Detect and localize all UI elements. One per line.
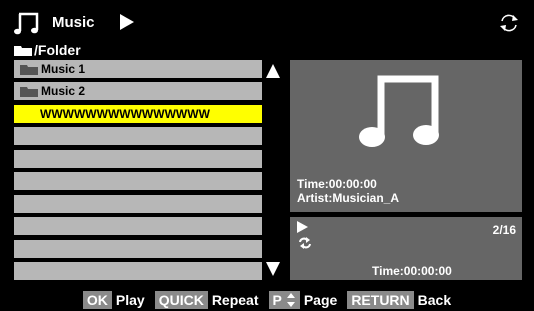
play-icon bbox=[297, 221, 308, 233]
quick-label: Repeat bbox=[211, 292, 259, 308]
artist-label: Artist:Musician_A bbox=[297, 191, 400, 205]
refresh-icon[interactable] bbox=[498, 12, 520, 34]
list-item[interactable] bbox=[14, 127, 262, 145]
page-title: Music bbox=[52, 14, 95, 31]
ok-key[interactable]: OK bbox=[82, 291, 112, 309]
track-time: Time:00:00:00 bbox=[297, 177, 377, 191]
folder-icon bbox=[14, 45, 32, 56]
list-item-label: Music 2 bbox=[41, 84, 86, 98]
list-item-music-1[interactable]: Music 1 bbox=[14, 60, 262, 78]
list-item[interactable] bbox=[14, 195, 262, 213]
list-item-label: Music 1 bbox=[41, 62, 86, 76]
track-counter: 2/16 bbox=[492, 223, 516, 237]
p-key[interactable]: P bbox=[268, 291, 300, 309]
quick-key[interactable]: QUICK bbox=[154, 291, 208, 309]
list-item[interactable] bbox=[14, 150, 262, 168]
scroll-up-icon[interactable] bbox=[266, 64, 280, 78]
folder-icon bbox=[20, 64, 38, 75]
folder-path: /Folder bbox=[34, 42, 81, 58]
list-item[interactable] bbox=[14, 172, 262, 190]
list-item-selected[interactable]: WWWWWWWWWWWWWWW bbox=[14, 105, 262, 123]
list-item-label: WWWWWWWWWWWWWWW bbox=[40, 107, 210, 121]
repeat-icon bbox=[299, 237, 311, 249]
play-icon bbox=[120, 14, 134, 30]
breadcrumb: /Folder bbox=[14, 42, 81, 58]
list-item[interactable] bbox=[14, 262, 262, 280]
return-key[interactable]: RETURN bbox=[347, 291, 414, 309]
list-item[interactable] bbox=[14, 240, 262, 258]
button-guide-bar: OK Play QUICK Repeat P Page RETURN Back bbox=[0, 291, 534, 309]
scroll-down-icon[interactable] bbox=[266, 262, 280, 276]
list-item[interactable] bbox=[14, 217, 262, 235]
folder-icon bbox=[20, 86, 38, 97]
elapsed-time: Time:00:00:00 bbox=[372, 264, 452, 278]
page-label: Page bbox=[303, 292, 338, 308]
list-item-music-2[interactable]: Music 2 bbox=[14, 82, 262, 100]
return-label: Back bbox=[417, 292, 452, 308]
p-key-label: P bbox=[272, 292, 282, 308]
music-note-icon bbox=[359, 75, 439, 147]
ok-label: Play bbox=[115, 292, 145, 308]
music-note-icon bbox=[14, 12, 39, 35]
up-down-icon bbox=[286, 293, 295, 307]
